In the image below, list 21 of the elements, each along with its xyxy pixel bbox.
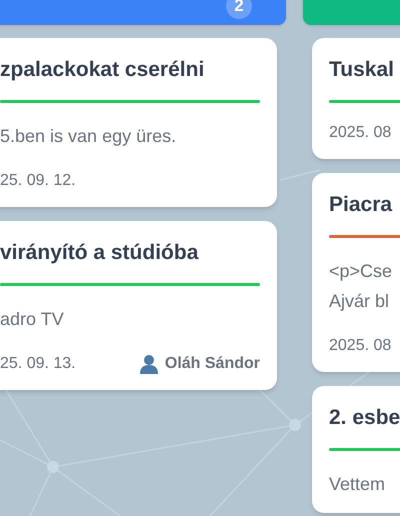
card-date: 2025. 08 bbox=[329, 336, 392, 356]
task-card[interactable]: Tuskal 2025. 08 bbox=[312, 38, 400, 159]
card-title: Tuskal bbox=[329, 57, 395, 83]
card-title: 2. esbe bbox=[329, 405, 400, 431]
card-title: virányító a stúdióba bbox=[0, 240, 200, 266]
person-icon bbox=[138, 354, 159, 374]
task-card[interactable]: Piacra <p>Cse Ajvár bl 2025. 08 bbox=[312, 173, 400, 372]
task-card[interactable]: zpalackokat cserélni 5.ben is van egy üres. 25. 09. 12. bbox=[0, 38, 277, 207]
card-title: zpalackokat cserélni bbox=[0, 57, 206, 83]
card-description: Vettem bbox=[329, 473, 386, 496]
card-description: Ajvár bl bbox=[329, 290, 390, 313]
card-description: 5.ben is van egy üres. bbox=[0, 125, 178, 148]
task-card[interactable]: 2. esbe Vettem bbox=[312, 386, 400, 513]
card-description: <p>Cse bbox=[329, 260, 394, 283]
card-date: 25. 09. 13. bbox=[0, 354, 76, 374]
card-date: 25. 09. 12. bbox=[0, 171, 76, 191]
card-description: adro TV bbox=[0, 308, 65, 331]
card-title: Piacra bbox=[329, 192, 394, 218]
assignee-name: Oláh Sándor bbox=[164, 354, 260, 374]
task-card[interactable]: virányító a stúdióba adro TV 25. 09. 13. Oláh Sándor bbox=[0, 221, 277, 390]
card-date: 2025. 08 bbox=[329, 123, 392, 143]
